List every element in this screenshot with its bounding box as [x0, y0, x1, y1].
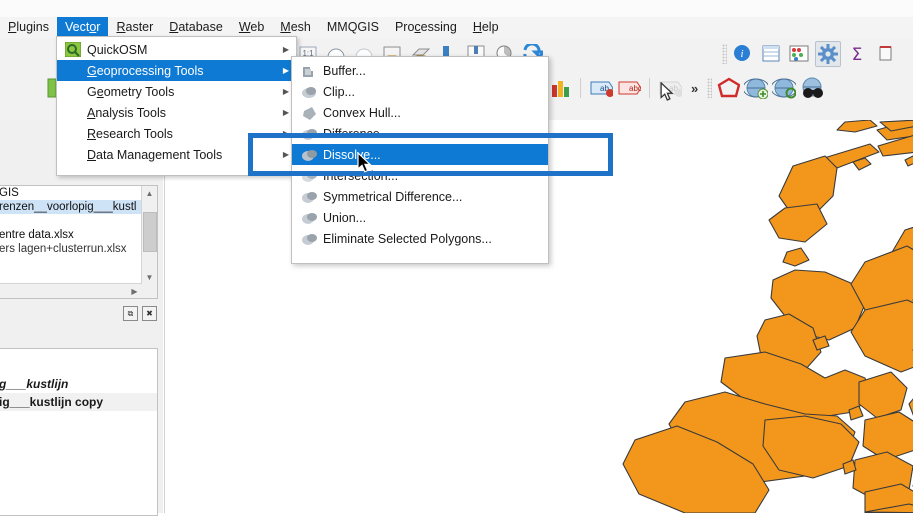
no-icon	[63, 104, 83, 121]
browser-panel[interactable]: GIS renzen__voorlopig___kustl entre data…	[0, 185, 158, 299]
submenu-item-label: Buffer...	[323, 63, 366, 78]
identify-globe-icon[interactable]	[772, 76, 797, 100]
browser-item[interactable]: GIS	[0, 186, 157, 200]
quickosm-icon	[63, 41, 83, 58]
scroll-thumb[interactable]	[143, 212, 157, 252]
menu-item-label: Geoprocessing Tools	[87, 63, 204, 78]
buffer-icon	[298, 63, 320, 79]
browser-vertical-scrollbar[interactable]: ▲ ▼	[141, 186, 157, 298]
submenu-item-eliminate-selected-polygons[interactable]: Eliminate Selected Polygons...	[292, 228, 548, 249]
toolbar-grip-2[interactable]	[707, 78, 713, 98]
statistics-abacus-icon[interactable]	[787, 42, 811, 66]
clip-icon	[298, 84, 320, 100]
geoprocessing-submenu-popup[interactable]: Buffer... Clip... Convex Hull... Differe…	[291, 56, 549, 264]
float-panel-button[interactable]: ⧉	[123, 306, 138, 321]
style-manager-icon[interactable]	[548, 76, 572, 100]
vector-menu-popup[interactable]: QuickOSM ▶ Geoprocessing Tools ▶ Geometr…	[56, 36, 297, 176]
sigma-field-calculator-icon[interactable]: Σ	[845, 42, 869, 66]
menu-raster[interactable]: Raster	[108, 17, 161, 38]
menu-item-geoprocessing-tools[interactable]: Geoprocessing Tools ▶	[57, 60, 296, 81]
submenu-item-dissolve[interactable]: Dissolve...	[292, 144, 548, 165]
menu-vector[interactable]: Vector	[57, 17, 109, 38]
submenu-item-convex-hull[interactable]: Convex Hull...	[292, 102, 548, 123]
no-icon	[63, 146, 83, 163]
union-icon	[298, 210, 320, 226]
browser-item[interactable]: renzen__voorlopig___kustl	[0, 200, 157, 214]
browser-item[interactable]: ers lagen+clusterrun.xlsx	[0, 242, 157, 256]
highlight-label-icon[interactable]: abc	[617, 76, 641, 100]
menu-plugins[interactable]: Plugins	[0, 17, 57, 38]
submenu-item-label: Convex Hull...	[323, 105, 401, 120]
menu-mmqgis[interactable]: MMQGIS	[319, 17, 387, 38]
menu-database[interactable]: Database	[161, 17, 231, 38]
symmetrical-difference-icon	[298, 189, 320, 205]
processing-toolbox-gear-icon[interactable]	[815, 41, 841, 67]
menu-item-label: Data Management Tools	[87, 147, 223, 162]
menu-help[interactable]: Help	[465, 17, 507, 38]
menu-item-label: Analysis Tools	[87, 105, 166, 120]
submenu-item-difference[interactable]: Difference...	[292, 123, 548, 144]
no-icon	[63, 83, 83, 100]
layers-panel[interactable]: g___kustlijn ig___kustlijn copy	[0, 348, 158, 516]
close-panel-button[interactable]: ✖	[142, 306, 157, 321]
submenu-item-buffer[interactable]: Buffer...	[292, 60, 548, 81]
chevron-right-icon: ▶	[282, 45, 289, 54]
move-label-icon[interactable]: ab	[658, 76, 682, 100]
svg-text:Σ: Σ	[852, 45, 863, 64]
convex-hull-icon	[298, 105, 320, 121]
submenu-item-label: Eliminate Selected Polygons...	[323, 231, 492, 246]
add-wms-layer-icon[interactable]	[744, 76, 769, 100]
submenu-item-label: Symmetrical Difference...	[323, 189, 463, 204]
left-dock-area: GIS renzen__voorlopig___kustl entre data…	[0, 120, 163, 516]
select-polygon-icon[interactable]	[716, 76, 741, 100]
browser-item[interactable]: entre data.xlsx	[0, 228, 157, 242]
menu-processing[interactable]: Processing	[387, 17, 465, 38]
svg-text:i: i	[740, 48, 743, 60]
metasearch-binoculars-icon[interactable]	[800, 76, 824, 100]
menu-item-analysis-tools[interactable]: Analysis Tools ▶	[57, 102, 296, 123]
submenu-item-label: Dissolve...	[323, 147, 381, 162]
toolbar-overflow-button[interactable]: »	[686, 81, 703, 96]
layer-item[interactable]: g___kustlijn	[0, 375, 157, 393]
submenu-item-symmetrical-difference[interactable]: Symmetrical Difference...	[292, 186, 548, 207]
svg-text:abc: abc	[629, 84, 641, 93]
menu-item-research-tools[interactable]: Research Tools ▶	[57, 123, 296, 144]
browser-item[interactable]	[0, 214, 157, 228]
menu-mesh[interactable]: Mesh	[272, 17, 319, 38]
submenu-item-clip[interactable]: Clip...	[292, 81, 548, 102]
panel-title-buttons: ⧉ ✖	[123, 306, 157, 321]
submenu-item-label: Difference...	[323, 126, 391, 141]
menu-bar: Plugins Vector Raster Database Web Mesh …	[0, 17, 913, 38]
submenu-item-label: Union...	[323, 210, 367, 225]
menu-item-data-management-tools[interactable]: Data Management Tools ▶	[57, 144, 296, 165]
browser-horizontal-scrollbar[interactable]: ▶	[0, 283, 142, 298]
menu-item-label: QuickOSM	[87, 42, 148, 57]
open-attribute-table-icon[interactable]	[759, 42, 783, 66]
submenu-item-intersection[interactable]: Intersection...	[292, 165, 548, 186]
intersection-icon	[298, 168, 320, 184]
scroll-up-icon[interactable]: ▲	[142, 186, 157, 200]
menu-item-quickosm[interactable]: QuickOSM ▶	[57, 39, 296, 60]
scroll-down-icon[interactable]: ▼	[142, 270, 157, 284]
eliminate-icon	[298, 231, 320, 247]
window-top-strip	[0, 0, 913, 18]
submenu-item-label: Clip...	[323, 84, 355, 99]
no-icon	[63, 62, 83, 79]
submenu-item-union[interactable]: Union...	[292, 207, 548, 228]
difference-icon	[298, 126, 320, 142]
menu-item-label: Geometry Tools	[87, 84, 175, 99]
identify-features-icon[interactable]: i	[731, 42, 755, 66]
layer-item[interactable]: ig___kustlijn copy	[0, 393, 157, 411]
measure-icon[interactable]	[873, 42, 897, 66]
menu-item-label: Research Tools	[87, 126, 173, 141]
new-label-icon[interactable]: ab	[589, 76, 613, 100]
submenu-item-label: Intersection...	[323, 168, 399, 183]
scroll-right-icon[interactable]: ▶	[127, 284, 142, 298]
dissolve-icon	[298, 147, 320, 163]
menu-item-geometry-tools[interactable]: Geometry Tools ▶	[57, 81, 296, 102]
toolbar-grip[interactable]	[722, 44, 727, 64]
no-icon	[63, 125, 83, 142]
menu-web[interactable]: Web	[231, 17, 272, 38]
